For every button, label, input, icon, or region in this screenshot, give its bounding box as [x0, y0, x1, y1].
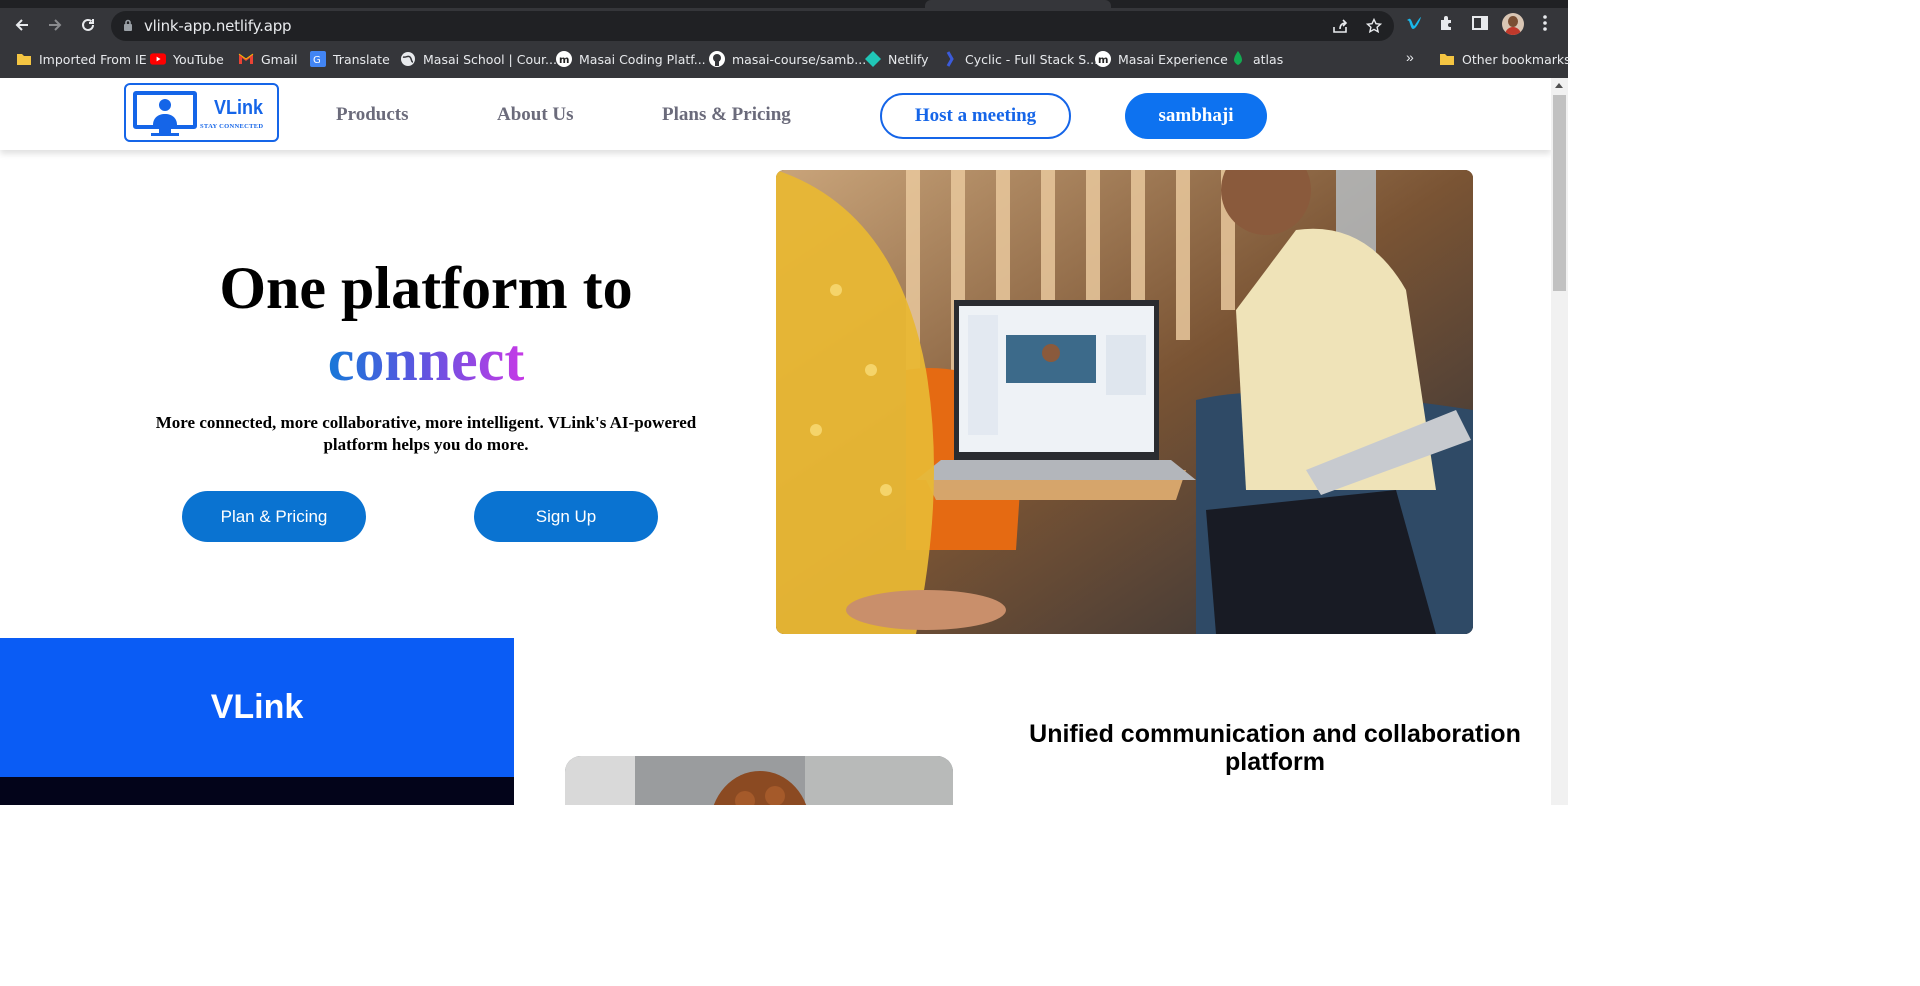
bookmark-label: Other bookmarks — [1462, 51, 1571, 67]
bookmark-masai-school[interactable]: Masai School | Cour... — [400, 49, 557, 69]
svg-text:G: G — [313, 55, 321, 66]
bookmark-label: YouTube — [173, 51, 224, 67]
folder-icon — [16, 51, 32, 67]
bookmark-translate[interactable]: G Translate — [310, 49, 390, 69]
section2-image — [565, 756, 953, 805]
hero-image — [776, 170, 1473, 634]
lock-icon — [124, 19, 132, 31]
gmail-icon — [238, 51, 254, 67]
user-account-button[interactable]: sambhaji — [1125, 93, 1267, 139]
profile-avatar[interactable] — [1502, 13, 1524, 35]
browser-toolbar: vlink-app.netlify.app — [0, 8, 1568, 44]
share-icon[interactable] — [1332, 18, 1349, 34]
cyclic-icon — [942, 51, 958, 67]
github-icon — [709, 51, 725, 67]
bookmark-label: Gmail — [261, 51, 298, 67]
scroll-up-arrow-icon[interactable] — [1555, 83, 1563, 88]
svg-text:m: m — [559, 55, 569, 66]
masai-icon: m — [1095, 51, 1111, 67]
scrollbar-thumb[interactable] — [1553, 95, 1566, 291]
back-arrow-icon — [15, 19, 28, 31]
plan-pricing-button[interactable]: Plan & Pricing — [182, 491, 366, 542]
hero-title: One platform to connect — [120, 252, 732, 396]
vlink-band: VLink — [0, 638, 514, 777]
more-bookmarks-chevron[interactable]: » — [1406, 49, 1414, 65]
forward-arrow-icon — [49, 19, 62, 31]
bookmark-label: atlas — [1253, 51, 1284, 67]
logo-tagline: STAY CONNECTED — [200, 123, 264, 130]
extensions-icon[interactable] — [1438, 14, 1456, 32]
bookmark-label: Cyclic - Full Stack S... — [965, 51, 1099, 67]
bookmark-label: Imported From IE — [39, 51, 147, 67]
vimeo-icon[interactable] — [1405, 14, 1423, 32]
menu-kebab-icon[interactable] — [1538, 14, 1552, 32]
reload-button[interactable] — [73, 10, 103, 40]
reload-icon — [82, 18, 94, 31]
url-text: vlink-app.netlify.app — [144, 17, 292, 35]
side-panel-icon[interactable] — [1471, 14, 1489, 32]
bookmark-masai-experience[interactable]: m Masai Experience — [1095, 49, 1228, 69]
bookmarks-bar: Imported From IE YouTube Gmail G Transla… — [0, 44, 1571, 74]
netlify-icon — [865, 51, 881, 67]
nav-products[interactable]: Products — [336, 104, 408, 126]
logo-brand-text: VLink — [214, 97, 264, 119]
bookmark-label: Translate — [333, 51, 390, 67]
host-meeting-button[interactable]: Host a meeting — [880, 93, 1071, 139]
bookmark-youtube[interactable]: YouTube — [150, 49, 224, 69]
bookmark-imported-from-ie[interactable]: Imported From IE — [16, 49, 147, 69]
svg-text:m: m — [1098, 55, 1108, 66]
masai-icon: m — [556, 51, 572, 67]
monitor-person-icon — [133, 91, 197, 136]
browser-chrome: vlink-app.netlify.app Imported From IE Y… — [0, 0, 1571, 78]
bookmark-other-bookmarks[interactable]: Other bookmarks — [1439, 49, 1571, 69]
vlink-band-title: VLink — [210, 688, 304, 726]
hero-subtitle: More connected, more collaborative, more… — [155, 413, 697, 454]
bookmark-gmail[interactable]: Gmail — [238, 49, 297, 69]
bookmark-label: Masai Coding Platf... — [579, 51, 706, 67]
active-tab[interactable] — [925, 0, 1111, 8]
bookmark-label: Netlify — [888, 51, 929, 67]
bookmark-label: Masai School | Cour... — [423, 51, 557, 67]
bookmark-cyclic[interactable]: Cyclic - Full Stack S... — [942, 49, 1098, 69]
translate-icon: G — [310, 51, 326, 67]
back-button[interactable] — [7, 10, 37, 40]
web-page: VLink STAY CONNECTED Products About Us P… — [0, 78, 1551, 805]
page-scrollbar[interactable] — [1551, 78, 1568, 805]
site-navbar: VLink STAY CONNECTED Products About Us P… — [0, 78, 1551, 150]
section2-heading: Unified communication and collaboration … — [1029, 720, 1521, 776]
hero-title-line1: One platform to — [219, 255, 633, 321]
bookmark-masai-coding[interactable]: m Masai Coding Platf... — [556, 49, 706, 69]
dark-band — [0, 777, 514, 805]
folder-icon — [1439, 51, 1455, 67]
mongodb-icon — [1230, 51, 1246, 67]
bookmark-netlify[interactable]: Netlify — [865, 49, 928, 69]
tab-strip — [0, 0, 1568, 8]
bookmark-label: masai-course/samb... — [732, 51, 867, 67]
address-bar[interactable]: vlink-app.netlify.app — [111, 11, 1394, 41]
forward-button[interactable] — [40, 10, 70, 40]
bookmark-github[interactable]: masai-course/samb... — [709, 49, 866, 69]
hero-title-highlight: connect — [327, 327, 525, 393]
globe-icon — [400, 51, 416, 67]
bookmark-label: Masai Experience — [1118, 51, 1228, 67]
nav-about-us[interactable]: About Us — [497, 104, 574, 126]
sign-up-button[interactable]: Sign Up — [474, 491, 658, 542]
youtube-icon — [150, 51, 166, 67]
nav-plans-pricing[interactable]: Plans & Pricing — [662, 104, 791, 126]
bookmark-star-icon[interactable] — [1366, 18, 1382, 34]
bookmark-atlas[interactable]: atlas — [1230, 49, 1283, 69]
site-logo[interactable]: VLink STAY CONNECTED — [124, 83, 279, 142]
